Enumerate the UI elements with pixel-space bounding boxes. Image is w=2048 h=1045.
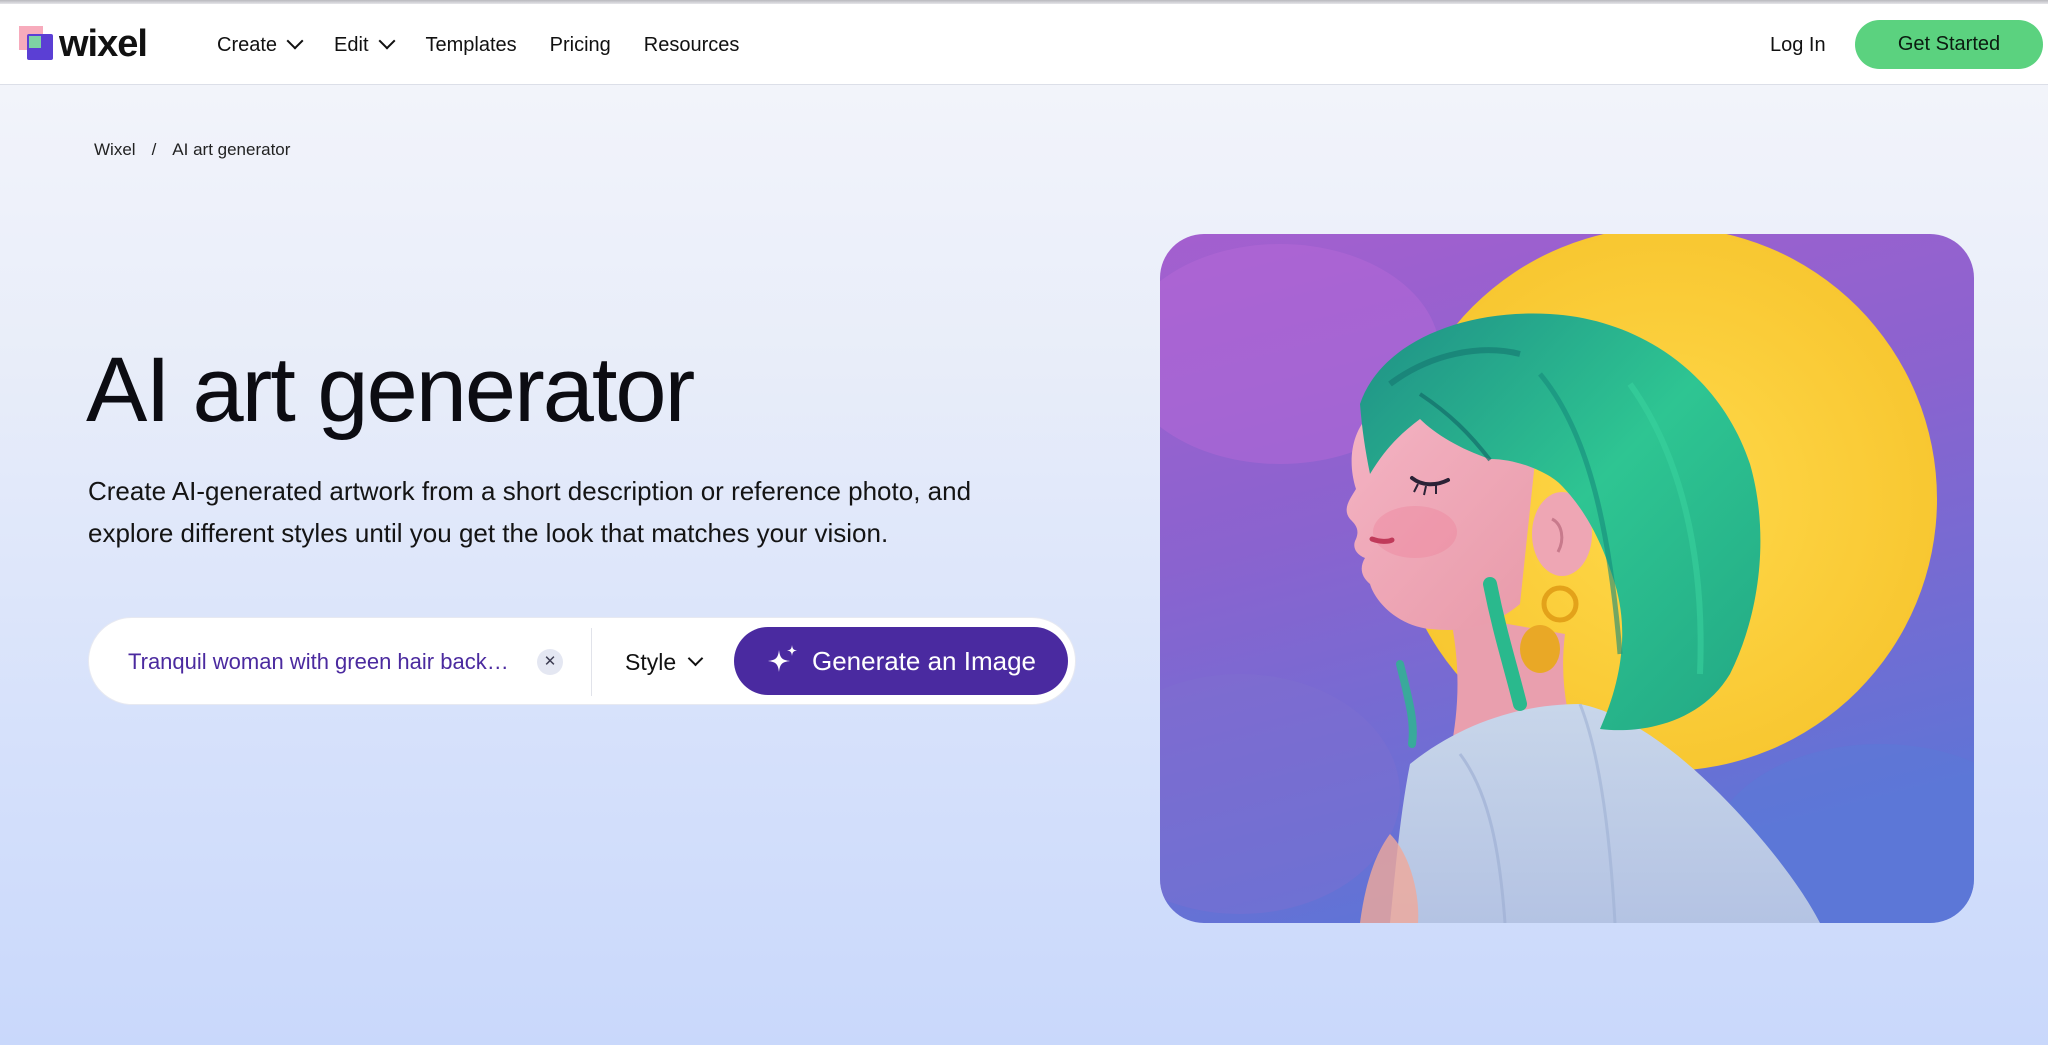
prompt-bar: Tranquil woman with green hair back… ✕ S…	[88, 617, 1076, 705]
breadcrumb-current: AI art generator	[172, 140, 291, 159]
site-header: wixel Create Edit Templates Pricing Reso…	[0, 4, 2048, 85]
hero-artwork-illustration	[1160, 234, 1974, 923]
hero-artwork-image	[1160, 234, 1974, 923]
logo-text: wixel	[59, 23, 148, 65]
wixel-logo[interactable]: wixel	[19, 21, 148, 67]
login-link[interactable]: Log In	[1770, 30, 1826, 60]
breadcrumb: Wixel / AI art generator	[94, 140, 290, 160]
nav-item-label: Create	[217, 33, 278, 56]
chevron-down-icon	[687, 650, 704, 666]
main-nav: Create Edit Templates Pricing Resources	[217, 28, 772, 62]
nav-item-resources[interactable]: Resources	[644, 34, 740, 57]
generate-button-label: Generate an Image	[811, 645, 1037, 676]
close-icon[interactable]: ✕	[537, 649, 563, 675]
breadcrumb-separator: /	[151, 140, 157, 159]
prompt-input[interactable]: Tranquil woman with green hair back…	[128, 648, 509, 676]
prompt-divider	[591, 628, 592, 696]
nav-item-pricing[interactable]: Pricing	[550, 34, 611, 57]
generate-image-button[interactable]: Generate an Image	[734, 627, 1068, 695]
nav-item-templates[interactable]: Templates	[426, 34, 517, 57]
sparkle-icon	[767, 645, 797, 672]
nav-item-create[interactable]: Create	[217, 32, 304, 57]
style-dropdown[interactable]: Style	[625, 646, 704, 678]
breadcrumb-home-link[interactable]: Wixel	[94, 140, 136, 160]
style-dropdown-label: Style	[625, 649, 677, 675]
hero-subtitle: Create AI-generated artwork from a short…	[88, 476, 972, 548]
get-started-button[interactable]: Get Started	[1855, 20, 2043, 69]
nav-item-label: Resources	[643, 33, 740, 56]
nav-item-label: Templates	[425, 33, 517, 56]
nav-item-label: Pricing	[549, 33, 611, 56]
chevron-down-icon	[286, 32, 304, 50]
nav-item-label: Edit	[334, 33, 369, 56]
page-title: AI art generator	[86, 339, 695, 441]
chevron-down-icon	[378, 32, 395, 50]
logo-mark-icon	[19, 26, 55, 62]
nav-item-edit[interactable]: Edit	[334, 32, 395, 57]
